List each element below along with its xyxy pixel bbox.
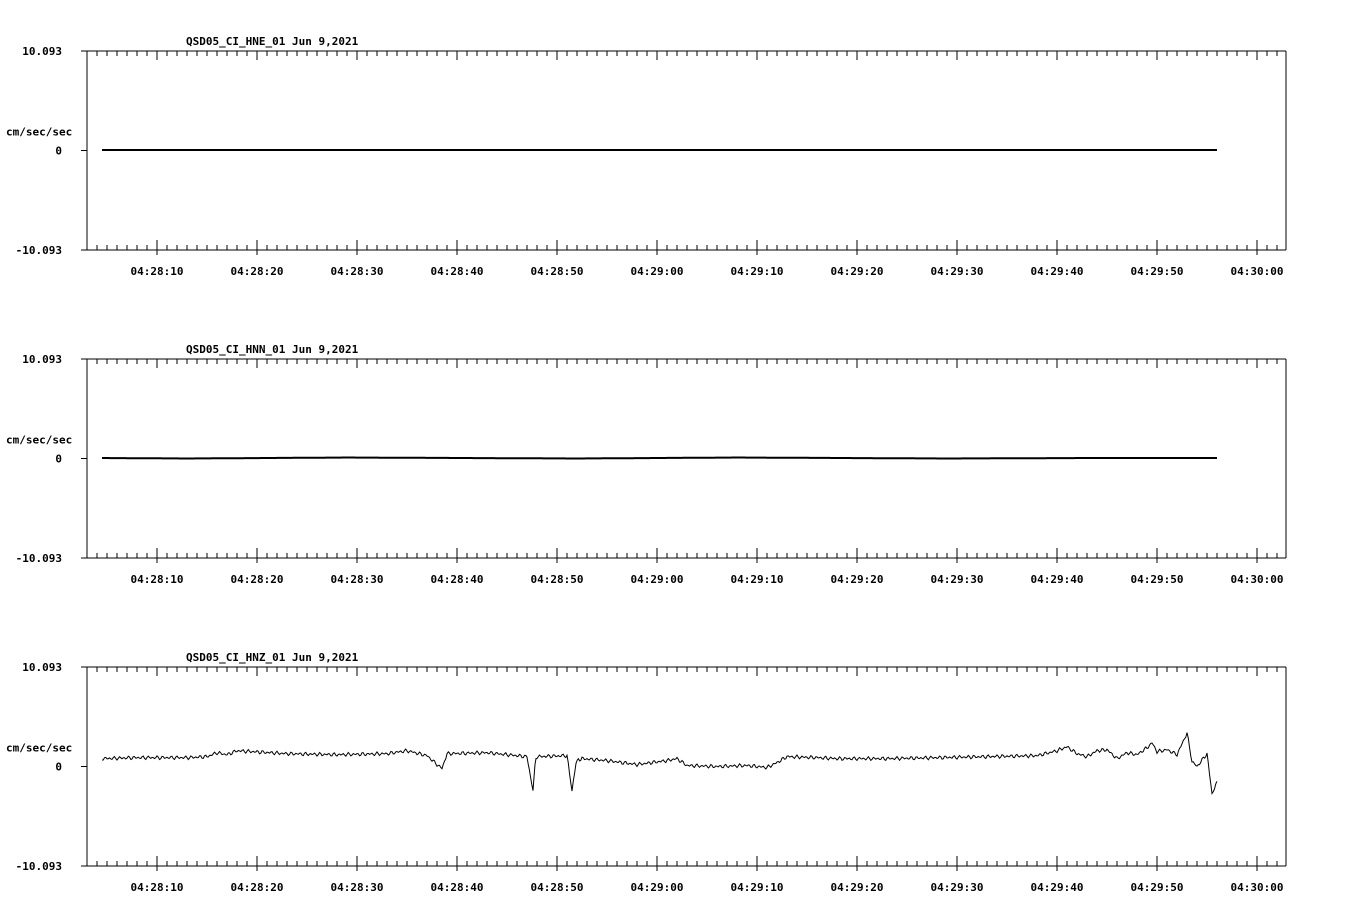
y-tick-label: 0 (55, 453, 62, 466)
x-tick-label: 04:28:40 (431, 265, 484, 278)
x-tick-label: 04:29:40 (1031, 573, 1084, 586)
y-tick-label: 0 (55, 145, 62, 158)
x-tick-label: 04:29:00 (631, 573, 684, 586)
panel-3: QSD05_CI_HNZ_01 Jun 9,2021 10.093 0 -10.093… (6, 651, 1287, 894)
x-tick-label: 04:29:20 (831, 881, 884, 894)
y-tick-label: 10.093 (22, 661, 62, 674)
x-tick-label: 04:28:10 (131, 265, 184, 278)
trace-line (102, 732, 1218, 795)
panel-title: QSD05_CI_HNN_01 Jun 9,2021 (186, 343, 359, 356)
y-tick-label: 10.093 (22, 45, 62, 58)
x-tick-label: 04:29:50 (1131, 265, 1184, 278)
x-tick-label: 04:28:30 (331, 881, 384, 894)
x-tick-label: 04:28:40 (431, 573, 484, 586)
x-tick-label: 04:28:10 (131, 881, 184, 894)
panel-1: QSD05_CI_HNE_01 Jun 9,2021 10.093 0 -10.093… (6, 35, 1287, 278)
x-tick-label: 04:28:50 (531, 573, 584, 586)
x-tick-label: 04:29:00 (631, 265, 684, 278)
x-tick-label: 04:28:50 (531, 881, 584, 894)
x-tick-label: 04:28:20 (231, 265, 284, 278)
panel-title: QSD05_CI_HNE_01 Jun 9,2021 (186, 35, 359, 48)
x-tick-label: 04:30:00 (1231, 573, 1284, 586)
y-tick-label: 10.093 (22, 353, 62, 366)
x-tick-label: 04:28:30 (331, 573, 384, 586)
panel-2: QSD05_CI_HNN_01 Jun 9,2021 10.093 0 -10.093… (6, 343, 1287, 586)
x-tick-label: 04:29:00 (631, 881, 684, 894)
x-tick-label: 04:28:30 (331, 265, 384, 278)
x-tick-label: 04:29:10 (731, 881, 784, 894)
x-tick-label: 04:29:50 (1131, 573, 1184, 586)
y-axis-label: cm/sec/sec (6, 126, 72, 139)
seismogram-figure: QSD05_CI_HNE_01 Jun 9,2021 10.093 0 -10.093… (6, 35, 1287, 894)
x-tick-label: 04:29:10 (731, 573, 784, 586)
x-tick-label: 04:30:00 (1231, 265, 1284, 278)
x-tick-label: 04:28:10 (131, 573, 184, 586)
x-tick-label: 04:28:20 (231, 573, 284, 586)
x-tick-label: 04:30:00 (1231, 881, 1284, 894)
trace-line (102, 456, 1217, 460)
x-tick-label: 04:29:30 (931, 881, 984, 894)
x-tick-label: 04:29:20 (831, 573, 884, 586)
y-tick-label: -10.093 (16, 552, 62, 565)
x-tick-label: 04:29:40 (1031, 265, 1084, 278)
y-axis-label: cm/sec/sec (6, 742, 72, 755)
panel-title: QSD05_CI_HNZ_01 Jun 9,2021 (186, 651, 359, 664)
x-tick-label: 04:29:10 (731, 265, 784, 278)
x-tick-label: 04:29:30 (931, 573, 984, 586)
x-tick-label: 04:29:30 (931, 265, 984, 278)
x-tick-label: 04:28:20 (231, 881, 284, 894)
y-tick-label: 0 (55, 761, 62, 774)
x-tick-label: 04:28:40 (431, 881, 484, 894)
x-tick-label: 04:29:40 (1031, 881, 1084, 894)
y-tick-label: -10.093 (16, 244, 62, 257)
y-tick-label: -10.093 (16, 860, 62, 873)
x-tick-label: 04:28:50 (531, 265, 584, 278)
y-axis-label: cm/sec/sec (6, 434, 72, 447)
x-tick-label: 04:29:20 (831, 265, 884, 278)
x-tick-label: 04:29:50 (1131, 881, 1184, 894)
